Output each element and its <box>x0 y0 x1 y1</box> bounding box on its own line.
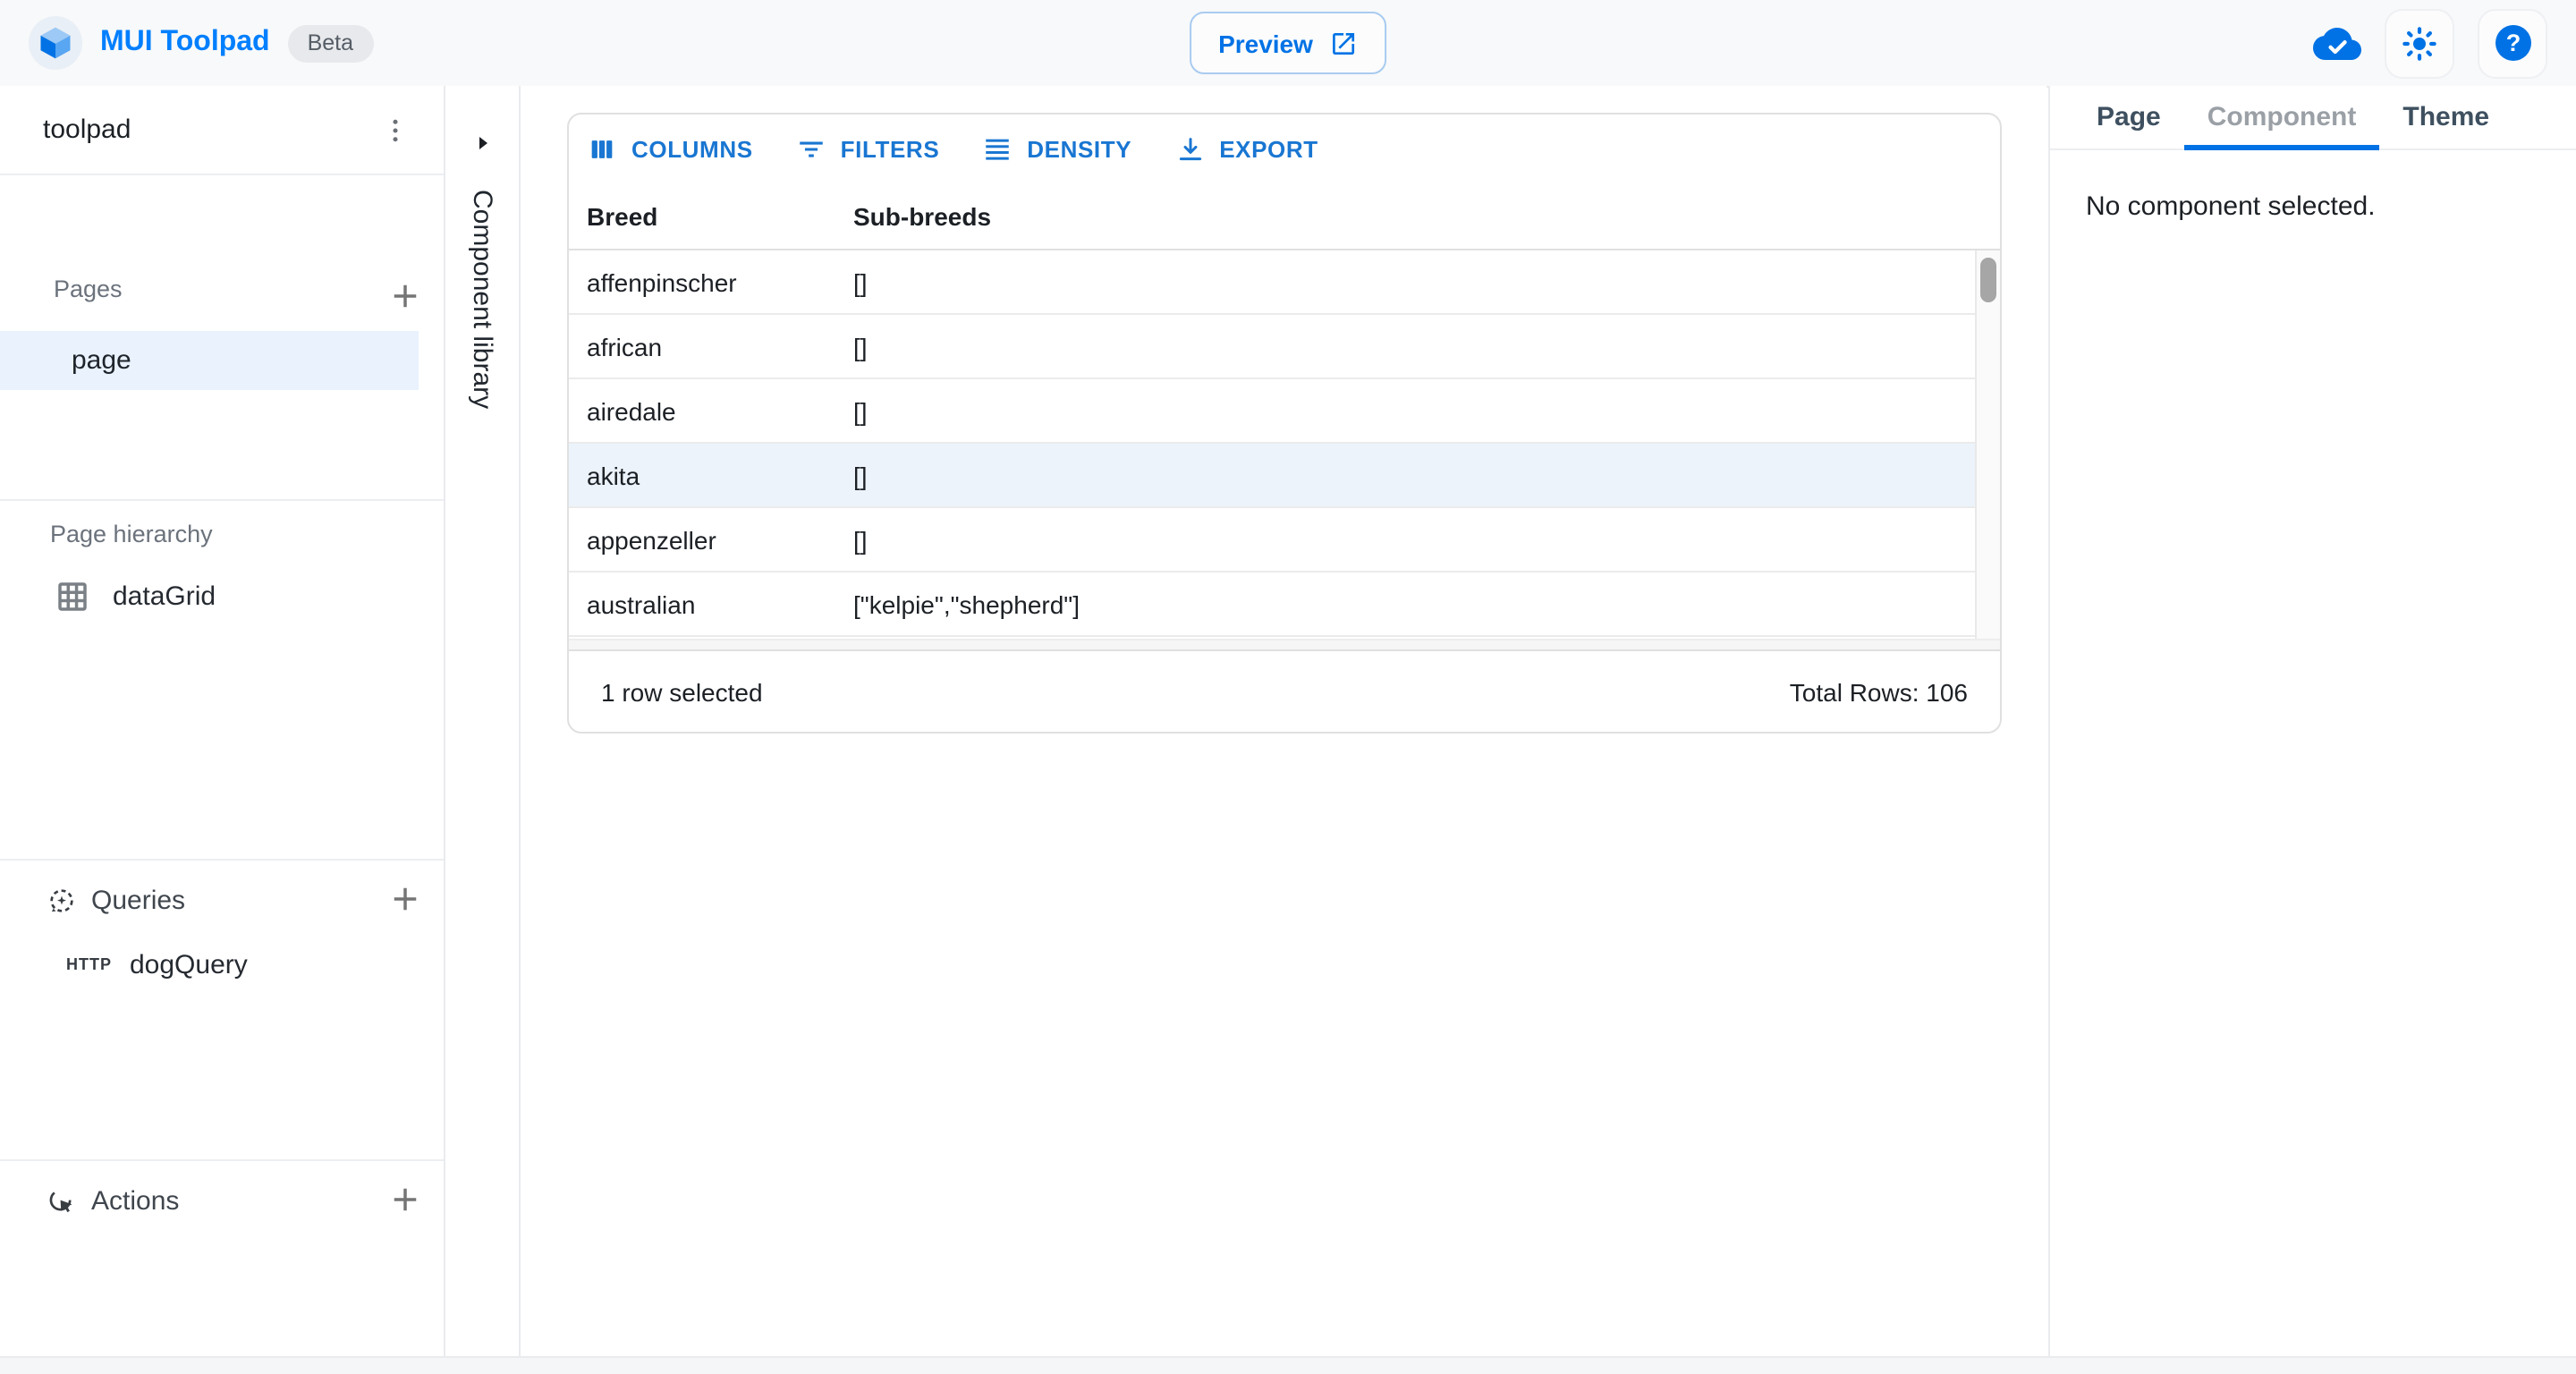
mui-toolpad-logo-icon <box>29 16 82 70</box>
datagrid-rows: affenpinscher [] african [] airedale [] <box>569 250 1975 637</box>
auto-refresh-icon <box>47 885 77 915</box>
preview-button-label: Preview <box>1218 29 1313 57</box>
no-component-message: No component selected. <box>2086 191 2576 222</box>
export-button-label: EXPORT <box>1219 135 1318 162</box>
add-icon <box>386 1181 424 1218</box>
inspector-panel: Page Component Theme No component select… <box>2048 86 2576 1358</box>
density-icon <box>982 133 1013 164</box>
beta-badge: Beta <box>288 24 373 62</box>
filters-button[interactable]: FILTERS <box>796 133 940 164</box>
density-button-label: DENSITY <box>1027 135 1131 162</box>
table-row[interactable]: airedale [] <box>569 379 1975 444</box>
help-icon: ? <box>2491 21 2534 64</box>
export-button[interactable]: EXPORT <box>1174 133 1318 164</box>
project-row: toolpad <box>0 86 444 175</box>
add-icon <box>386 277 424 315</box>
horizontal-scrollbar[interactable] <box>569 639 2000 649</box>
datagrid-toolbar: COLUMNS FILTERS <box>569 114 2000 182</box>
add-action-button[interactable] <box>381 1175 429 1224</box>
tab-component[interactable]: Component <box>2184 86 2380 148</box>
table-row[interactable]: appenzeller [] <box>569 508 1975 572</box>
http-badge: HTTP <box>66 955 112 973</box>
table-row[interactable]: akita [] <box>569 444 1975 508</box>
kebab-menu-icon <box>378 114 411 146</box>
hierarchy-section-label: Page hierarchy <box>50 521 213 547</box>
tree-item-label: dataGrid <box>113 581 216 611</box>
inspector-tabs: Page Component Theme <box>2050 86 2576 150</box>
project-menu-button[interactable] <box>370 106 419 154</box>
columns-button-label: COLUMNS <box>631 135 753 162</box>
sidebar-item-dogquery[interactable]: HTTP dogQuery <box>66 939 248 989</box>
subbreeds-cell[interactable]: ["kelpie","shepherd"] <box>835 589 1975 618</box>
open-in-new-icon <box>1329 29 1358 57</box>
component-library-panel[interactable]: Component library <box>445 86 521 1358</box>
explorer-sidebar: toolpad Pages page Page hierarchy <box>0 86 445 1358</box>
datagrid-footer: 1 row selected Total Rows: 106 <box>569 649 2000 732</box>
table-row[interactable]: affenpinscher [] <box>569 250 1975 315</box>
help-button[interactable]: ? <box>2478 8 2547 78</box>
subbreeds-cell[interactable]: [] <box>835 267 1975 296</box>
grid-icon <box>54 577 91 615</box>
rows-selected-status: 1 row selected <box>601 677 763 706</box>
svg-text:?: ? <box>2505 30 2521 56</box>
ads-click-icon <box>47 1185 77 1216</box>
bottom-edge-strip <box>0 1356 2576 1374</box>
app-window: MUI Toolpad Beta Preview <box>0 0 2576 1374</box>
add-icon <box>386 880 424 918</box>
view-columns-icon <box>587 133 617 164</box>
sidebar-item-datagrid[interactable]: dataGrid <box>54 569 216 623</box>
filters-button-label: FILTERS <box>841 135 940 162</box>
subbreeds-cell[interactable]: [] <box>835 396 1975 425</box>
cloud-done-icon <box>2313 19 2361 67</box>
vertical-scrollbar-thumb[interactable] <box>1980 258 1996 302</box>
brand: MUI Toolpad Beta <box>0 16 373 70</box>
column-header-breed[interactable]: Breed <box>569 201 835 230</box>
query-item-label: dogQuery <box>130 949 248 980</box>
breed-cell[interactable]: airedale <box>569 396 835 425</box>
table-row[interactable]: australian ["kelpie","shepherd"] <box>569 572 1975 637</box>
theme-toggle-button[interactable] <box>2385 8 2454 78</box>
datagrid-virtual-scroller: affenpinscher [] african [] airedale [] <box>569 250 2000 649</box>
sidebar-item-page[interactable]: page <box>0 331 419 390</box>
subbreeds-cell[interactable]: [] <box>835 461 1975 489</box>
project-name: toolpad <box>0 114 131 145</box>
tab-page[interactable]: Page <box>2073 86 2184 148</box>
app-header: MUI Toolpad Beta Preview <box>0 0 2576 88</box>
breed-cell[interactable]: affenpinscher <box>569 267 835 296</box>
add-page-button[interactable] <box>381 272 429 320</box>
chevron-right-icon[interactable] <box>464 125 500 161</box>
column-header-subbreeds[interactable]: Sub-breeds <box>835 201 2000 230</box>
datagrid-column-headers: Breed Sub-breeds <box>569 182 2000 250</box>
add-query-button[interactable] <box>381 875 429 923</box>
columns-button[interactable]: COLUMNS <box>587 133 753 164</box>
tab-theme[interactable]: Theme <box>2379 86 2512 148</box>
breed-cell[interactable]: african <box>569 332 835 360</box>
pages-section-label: Pages <box>54 276 123 302</box>
divider <box>0 859 444 861</box>
app-title: MUI Toolpad <box>100 27 270 59</box>
subbreeds-cell[interactable]: [] <box>835 332 1975 360</box>
datagrid-component[interactable]: COLUMNS FILTERS <box>567 113 2002 734</box>
preview-button[interactable]: Preview <box>1190 12 1386 74</box>
breed-cell[interactable]: appenzeller <box>569 525 835 554</box>
subbreeds-cell[interactable]: [] <box>835 525 1975 554</box>
page-canvas[interactable]: COLUMNS FILTERS <box>521 86 2046 1358</box>
divider <box>0 1159 444 1161</box>
header-actions: ? <box>2313 0 2547 86</box>
filter-list-icon <box>796 133 826 164</box>
table-row[interactable]: african [] <box>569 315 1975 379</box>
total-rows-count: Total Rows: 106 <box>1790 677 1968 706</box>
queries-section-label: Queries <box>91 885 185 915</box>
actions-section-header: Actions <box>47 1179 179 1222</box>
breed-cell[interactable]: akita <box>569 461 835 489</box>
export-download-icon <box>1174 133 1205 164</box>
actions-section-label: Actions <box>91 1185 179 1216</box>
queries-section-header: Queries <box>47 878 185 921</box>
brightness-icon <box>2401 24 2438 62</box>
breed-cell[interactable]: australian <box>569 589 835 618</box>
component-library-label: Component library <box>467 190 497 409</box>
density-button[interactable]: DENSITY <box>982 133 1131 164</box>
vertical-scrollbar[interactable] <box>1975 250 2000 640</box>
divider <box>0 499 444 501</box>
